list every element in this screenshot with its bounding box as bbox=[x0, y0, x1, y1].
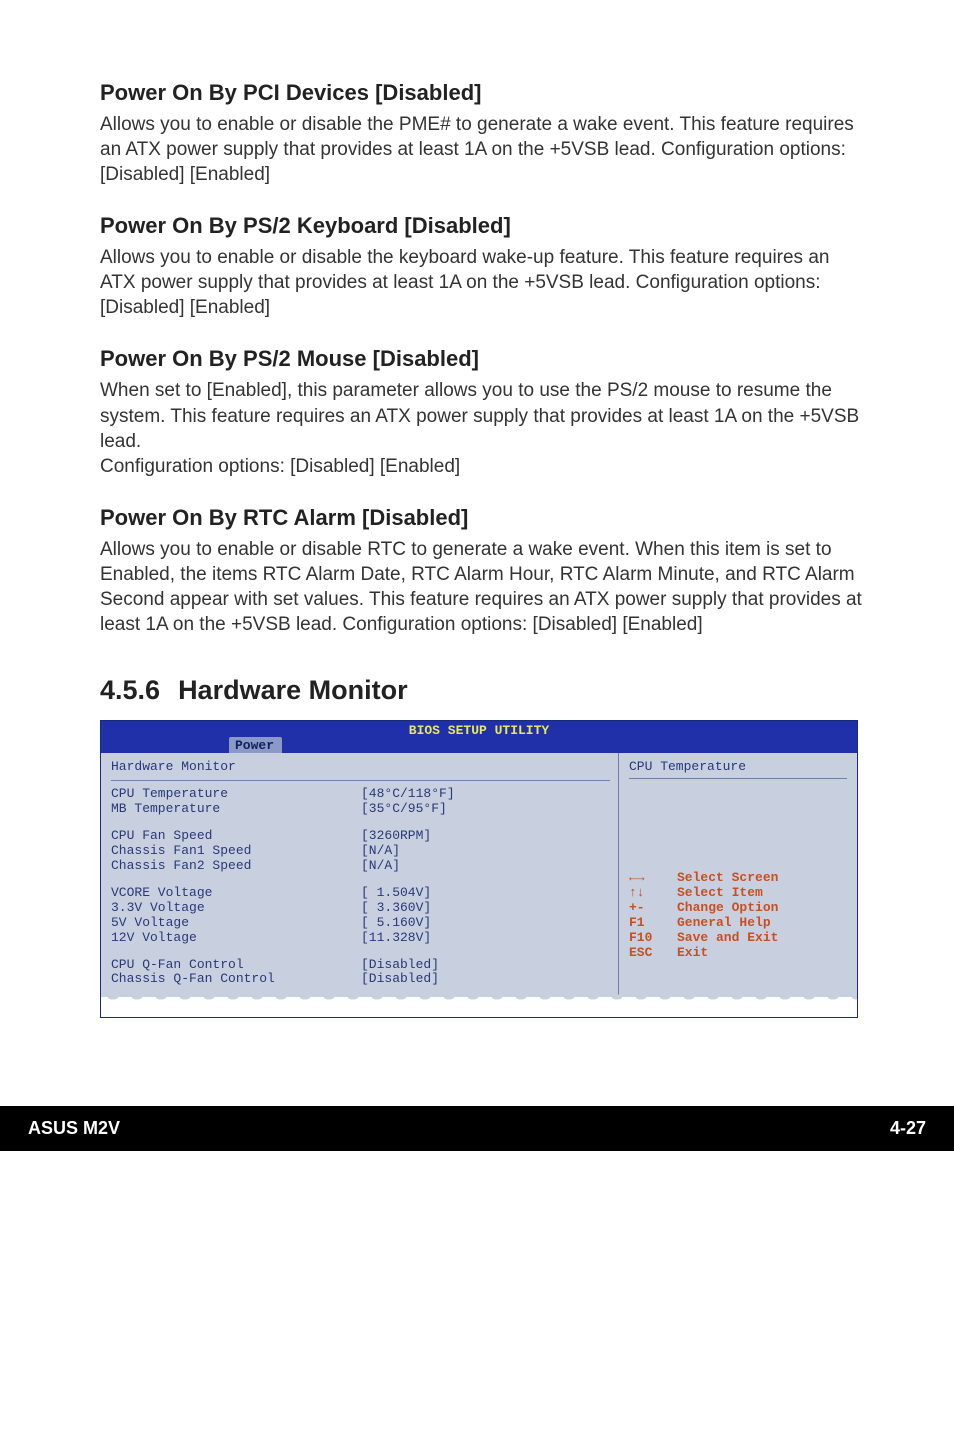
footer-left: ASUS M2V bbox=[28, 1118, 120, 1139]
bios-help-label: General Help bbox=[677, 916, 771, 931]
bios-row: Chassis Fan2 Speed[N/A] bbox=[111, 859, 610, 874]
bios-row-value: [N/A] bbox=[361, 844, 400, 859]
bios-help-keys: ←→Select Screen ↑↓Select Item +-Change O… bbox=[629, 871, 847, 961]
bios-group-voltage: VCORE Voltage[ 1.504V] 3.3V Voltage[ 3.3… bbox=[111, 886, 610, 946]
bios-help-label: Change Option bbox=[677, 901, 778, 916]
bios-help-row: F1General Help bbox=[629, 916, 847, 931]
bios-row-label: CPU Temperature bbox=[111, 787, 361, 802]
bios-row: 3.3V Voltage[ 3.360V] bbox=[111, 901, 610, 916]
bios-row: 12V Voltage[11.328V] bbox=[111, 931, 610, 946]
bios-row: CPU Temperature[48°C/118°F] bbox=[111, 787, 610, 802]
bios-help-row: ↑↓Select Item bbox=[629, 886, 847, 901]
subsection-heading: 4.5.6 Hardware Monitor bbox=[100, 675, 864, 706]
bios-panel-title: Hardware Monitor bbox=[111, 759, 610, 778]
section-body: Allows you to enable or disable RTC to g… bbox=[100, 537, 864, 637]
bios-row: MB Temperature[35°C/95°F] bbox=[111, 802, 610, 817]
bios-active-tab: Power bbox=[229, 737, 282, 753]
bios-row-value: [35°C/95°F] bbox=[361, 802, 447, 817]
section-heading: Power On By PS/2 Mouse [Disabled] bbox=[100, 346, 864, 372]
bios-help-key: F1 bbox=[629, 916, 677, 931]
bios-help-label: Select Item bbox=[677, 886, 763, 901]
footer-right: 4-27 bbox=[890, 1118, 926, 1139]
bios-row-label: Chassis Fan1 Speed bbox=[111, 844, 361, 859]
bios-row: Chassis Fan1 Speed[N/A] bbox=[111, 844, 610, 859]
bios-row-label: CPU Q-Fan Control bbox=[111, 958, 361, 973]
bios-row: CPU Q-Fan Control[Disabled] bbox=[111, 958, 610, 973]
bios-row-value: [3260RPM] bbox=[361, 829, 431, 844]
bios-row-label: 12V Voltage bbox=[111, 931, 361, 946]
bios-row: Chassis Q-Fan Control[Disabled] bbox=[111, 972, 610, 987]
section-body: Allows you to enable or disable the PME#… bbox=[100, 112, 864, 187]
bios-row-value: [11.328V] bbox=[361, 931, 431, 946]
bios-help-row: +-Change Option bbox=[629, 901, 847, 916]
section-heading: Power On By PS/2 Keyboard [Disabled] bbox=[100, 213, 864, 239]
section-heading: Power On By PCI Devices [Disabled] bbox=[100, 80, 864, 106]
bios-row-value: [N/A] bbox=[361, 859, 400, 874]
bios-row-value: [48°C/118°F] bbox=[361, 787, 455, 802]
bios-help-key: ←→ bbox=[629, 871, 677, 886]
bios-row-label: MB Temperature bbox=[111, 802, 361, 817]
bios-row: 5V Voltage[ 5.160V] bbox=[111, 916, 610, 931]
bios-torn-edge bbox=[101, 997, 857, 1017]
bios-row-label: 3.3V Voltage bbox=[111, 901, 361, 916]
bios-help-key: +- bbox=[629, 901, 677, 916]
bios-right-panel: CPU Temperature ←→Select Screen ↑↓Select… bbox=[618, 753, 857, 997]
bios-row: VCORE Voltage[ 1.504V] bbox=[111, 886, 610, 901]
page-footer: ASUS M2V 4-27 bbox=[0, 1106, 954, 1151]
bios-help-key: ↑↓ bbox=[629, 886, 677, 901]
bios-row-label: 5V Voltage bbox=[111, 916, 361, 931]
bios-row-value: [ 1.504V] bbox=[361, 886, 431, 901]
bios-help-label: Save and Exit bbox=[677, 931, 778, 946]
subsection-title: Hardware Monitor bbox=[178, 675, 408, 705]
bios-title-text: BIOS SETUP UTILITY bbox=[101, 723, 857, 738]
bios-row-label: CPU Fan Speed bbox=[111, 829, 361, 844]
bios-help-row: F10Save and Exit bbox=[629, 931, 847, 946]
section-body: When set to [Enabled], this parameter al… bbox=[100, 378, 864, 478]
bios-titlebar: BIOS SETUP UTILITY Power bbox=[101, 721, 857, 753]
bios-help-label: Select Screen bbox=[677, 871, 778, 886]
bios-row-value: [Disabled] bbox=[361, 958, 439, 973]
bios-row-value: [Disabled] bbox=[361, 972, 439, 987]
subsection-number: 4.5.6 bbox=[100, 675, 160, 705]
bios-help-title: CPU Temperature bbox=[629, 759, 746, 774]
bios-row-value: [ 5.160V] bbox=[361, 916, 431, 931]
bios-help-key: F10 bbox=[629, 931, 677, 946]
bios-group-temperature: CPU Temperature[48°C/118°F] MB Temperatu… bbox=[111, 787, 610, 817]
bios-row-label: Chassis Q-Fan Control bbox=[111, 972, 361, 987]
bios-help-key: ESC bbox=[629, 946, 677, 961]
bios-left-panel: Hardware Monitor CPU Temperature[48°C/11… bbox=[101, 753, 618, 997]
bios-group-qfan: CPU Q-Fan Control[Disabled] Chassis Q-Fa… bbox=[111, 958, 610, 988]
section-heading: Power On By RTC Alarm [Disabled] bbox=[100, 505, 864, 531]
bios-help-row: ESCExit bbox=[629, 946, 847, 961]
bios-row-value: [ 3.360V] bbox=[361, 901, 431, 916]
bios-help-row: ←→Select Screen bbox=[629, 871, 847, 886]
bios-help-label: Exit bbox=[677, 946, 708, 961]
section-body: Allows you to enable or disable the keyb… bbox=[100, 245, 864, 320]
bios-row-label: VCORE Voltage bbox=[111, 886, 361, 901]
bios-row-label: Chassis Fan2 Speed bbox=[111, 859, 361, 874]
bios-group-fans: CPU Fan Speed[3260RPM] Chassis Fan1 Spee… bbox=[111, 829, 610, 874]
bios-row: CPU Fan Speed[3260RPM] bbox=[111, 829, 610, 844]
bios-screenshot: BIOS SETUP UTILITY Power Hardware Monito… bbox=[100, 720, 858, 1018]
